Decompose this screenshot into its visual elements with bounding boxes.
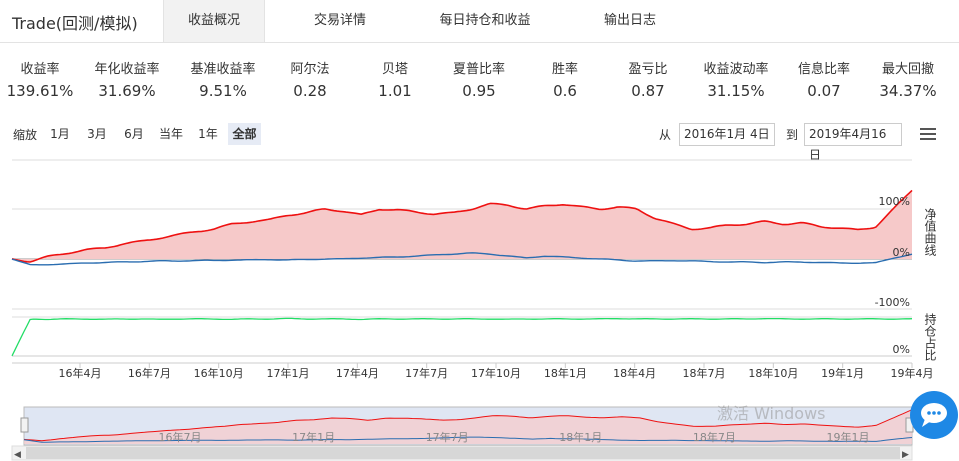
series-area-0 — [12, 190, 912, 262]
main-axis-title: 净值曲线 — [923, 208, 937, 256]
navigator-tick-label: 17年1月 — [292, 430, 335, 444]
x-tick-label: 19年1月 — [821, 366, 864, 380]
x-tick-label: 18年10月 — [748, 366, 798, 380]
x-tick-label: 17年4月 — [336, 366, 379, 380]
x-tick-label: 18年7月 — [683, 366, 726, 380]
x-tick-label: 16年4月 — [59, 366, 102, 380]
pos-y-tick-0: 0% — [893, 343, 910, 356]
navigator-tick-label: 18年1月 — [559, 430, 602, 444]
chat-icon[interactable] — [910, 391, 958, 439]
navigator-tick-label: 16年7月 — [159, 430, 202, 444]
navigator-tick-label: 19年1月 — [827, 430, 870, 444]
windows-watermark: 激活 Windows — [717, 404, 826, 423]
scroll-right-icon[interactable]: ▶ — [902, 450, 909, 460]
x-tick-label: 18年1月 — [544, 366, 587, 380]
scrollbar-thumb[interactable] — [26, 447, 900, 459]
x-tick-label: 19年4月 — [891, 366, 934, 380]
x-tick-label: 17年10月 — [471, 366, 521, 380]
y-tick-0: 0% — [893, 246, 910, 259]
navigator-tick-label: 18年7月 — [693, 430, 736, 444]
x-tick-label: 16年7月 — [128, 366, 171, 380]
position-line — [11, 317, 913, 357]
chart-area: 100% 0% -100% 净值曲线 0% 持仓占比 16年4月 16年7月 16年… — [11, 159, 937, 461]
y-tick-minus100: -100% — [875, 296, 910, 309]
x-tick-label: 17年7月 — [405, 366, 448, 380]
navigator-tick-label: 17年7月 — [426, 430, 469, 444]
x-tick-label: 17年1月 — [267, 366, 310, 380]
position-axis-title: 持仓占比 — [923, 312, 937, 362]
x-tick-label: 16年10月 — [194, 366, 244, 380]
y-tick-100: 100% — [879, 195, 910, 208]
scroll-left-icon[interactable]: ◀ — [14, 450, 21, 460]
x-tick-label: 18年4月 — [613, 366, 656, 380]
navigator-left-handle[interactable] — [20, 417, 29, 433]
